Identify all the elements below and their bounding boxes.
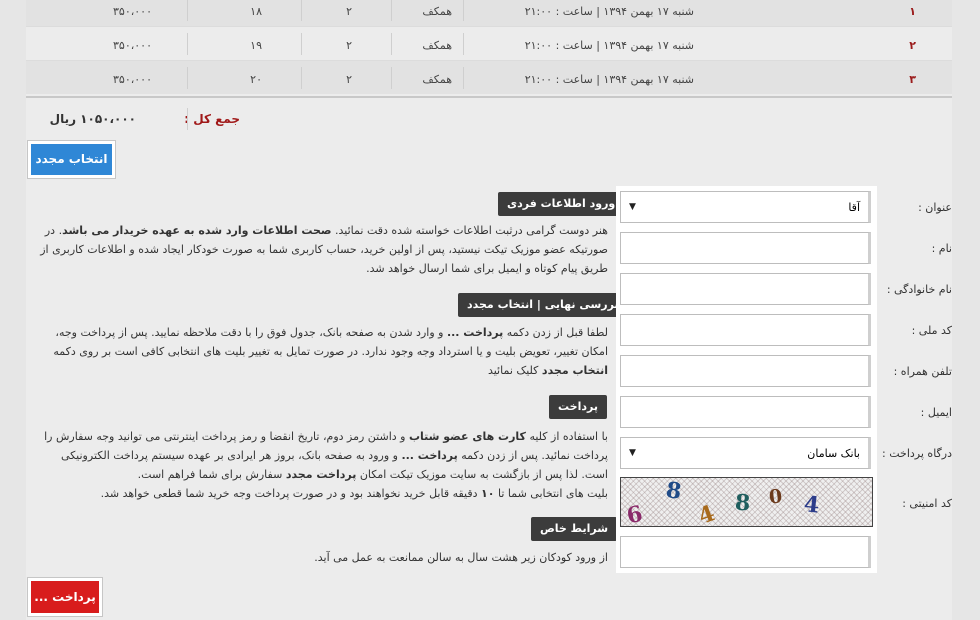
row-date: شنبه ۱۷ بهمن ۱۳۹۴ | ساعت : ۲۱:۰۰ (524, 39, 694, 52)
row-hall: همکف (422, 39, 452, 52)
column-divider (301, 67, 302, 89)
national-code-input[interactable] (620, 314, 871, 346)
first-name-input[interactable] (620, 232, 871, 264)
column-divider (463, 33, 464, 55)
column-divider (187, 33, 188, 55)
mobile-label: تلفن همراه : (893, 365, 952, 378)
column-divider (187, 108, 188, 130)
total-value: ۱۰۵۰،۰۰۰ ریال (49, 112, 136, 126)
gateway-select-value: بانک سامان (807, 446, 860, 460)
row-seat: ۱۹ (250, 39, 262, 52)
pay-button[interactable]: پرداخت ... (28, 578, 102, 616)
dropdown-arrow-icon: ▼ (629, 202, 636, 212)
title-select-value: آقا (848, 200, 860, 214)
dropdown-arrow-icon: ▼ (629, 448, 636, 458)
row-seat: ۱۸ (250, 5, 262, 18)
row-row-number: ۲ (346, 5, 352, 18)
captcha-label: کد امنیتی : (902, 497, 952, 510)
row-index: ۳ (909, 73, 916, 86)
personal-info-text: هنر دوست گرامی درثبت اطلاعات خواسته شده … (40, 224, 608, 275)
gateway-select[interactable]: بانک سامان ▼ (620, 437, 871, 469)
row-price: ۳۵۰،۰۰۰ (113, 39, 152, 52)
column-divider (391, 67, 392, 89)
row-price: ۳۵۰،۰۰۰ (113, 73, 152, 86)
title-select[interactable]: آقا ▼ (620, 191, 871, 223)
email-label: ایمیل : (920, 406, 952, 419)
total-label: جمع کل : (184, 112, 240, 126)
special-conditions-text: از ورود کودکان زیر هشت سال به سالن ممانع… (314, 551, 608, 564)
captcha-digit: 8 (664, 477, 684, 505)
special-conditions-header: شرایط خاص (531, 517, 618, 541)
personal-info-header: ورود اطلاعات فردی (498, 192, 625, 216)
column-divider (391, 0, 392, 21)
captcha-digit: 0 (767, 485, 784, 509)
customer-form: آقا ▼ بانک سامان ▼ 6 8 4 8 0 4 (616, 186, 877, 573)
payment-header: پرداخت (549, 395, 607, 419)
first-name-label: نام : (931, 242, 952, 255)
title-label: عنوان : (918, 201, 952, 214)
row-row-number: ۲ (346, 73, 352, 86)
review-text: لطفا قبل از زدن دکمه پرداخت ... و وارد ش… (53, 326, 608, 377)
column-divider (301, 33, 302, 55)
review-header: بررسی نهایی | انتخاب مجدد (458, 293, 628, 317)
last-name-input[interactable] (620, 273, 871, 305)
captcha-input[interactable] (620, 536, 871, 568)
captcha-digit: 8 (734, 489, 752, 517)
row-hall: همکف (422, 73, 452, 86)
column-divider (187, 0, 188, 21)
table-row: ۲ شنبه ۱۷ بهمن ۱۳۹۴ | ساعت : ۲۱:۰۰ همکف … (26, 26, 952, 60)
row-index: ۱ (909, 5, 916, 18)
column-divider (463, 67, 464, 89)
row-date: شنبه ۱۷ بهمن ۱۳۹۴ | ساعت : ۲۱:۰۰ (524, 5, 694, 18)
reselect-button[interactable]: انتخاب مجدد (28, 141, 115, 178)
payment-text: با استفاده از کلیه کارت های عضو شتاب و د… (44, 430, 608, 500)
row-date: شنبه ۱۷ بهمن ۱۳۹۴ | ساعت : ۲۱:۰۰ (524, 73, 694, 86)
total-row: جمع کل : ۱۰۵۰،۰۰۰ ریال (26, 96, 952, 138)
row-row-number: ۲ (346, 39, 352, 52)
column-divider (187, 67, 188, 89)
national-code-label: کد ملی : (911, 324, 952, 337)
mobile-input[interactable] (620, 355, 871, 387)
captcha-digit: 4 (695, 500, 719, 530)
captcha-image: 6 8 4 8 0 4 (620, 477, 873, 530)
row-index: ۲ (909, 39, 916, 52)
column-divider (463, 0, 464, 21)
table-row: ۳ شنبه ۱۷ بهمن ۱۳۹۴ | ساعت : ۲۱:۰۰ همکف … (26, 60, 952, 94)
email-input[interactable] (620, 396, 871, 428)
column-divider (391, 33, 392, 55)
column-divider (301, 0, 302, 21)
row-price: ۳۵۰،۰۰۰ (113, 5, 152, 18)
gateway-label: درگاه پرداخت : (882, 447, 952, 460)
captcha-digit: 6 (624, 500, 645, 530)
table-row: ۱ شنبه ۱۷ بهمن ۱۳۹۴ | ساعت : ۲۱:۰۰ همکف … (26, 0, 952, 26)
captcha-digit: 4 (802, 491, 821, 519)
last-name-label: نام خانوادگی : (886, 283, 952, 296)
row-seat: ۲۰ (250, 73, 262, 86)
row-hall: همکف (422, 5, 452, 18)
